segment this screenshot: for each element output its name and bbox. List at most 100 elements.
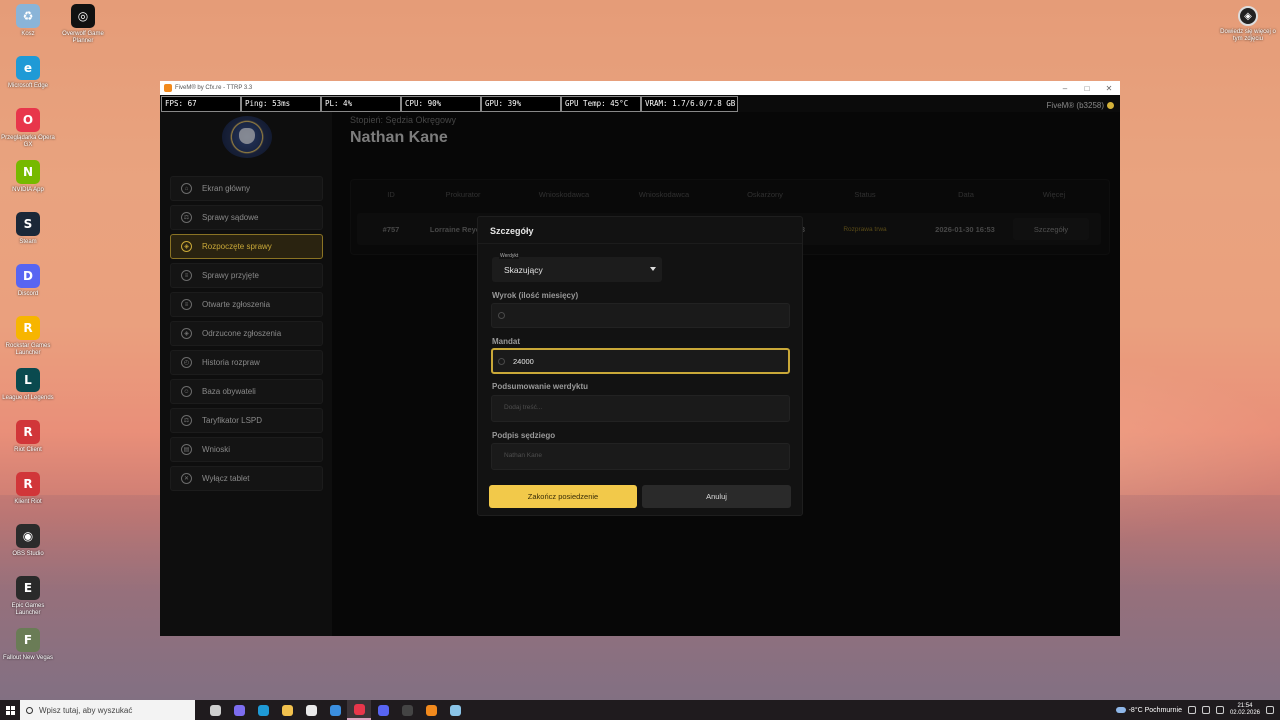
taskbar-clock[interactable]: 21:54 02.02.2026: [1230, 703, 1260, 717]
sidebar-item-label: Wnioski: [202, 445, 231, 454]
summary-label: Podsumowanie werdyktu: [492, 382, 589, 391]
desktop-icon[interactable]: R Riot Client: [0, 420, 56, 454]
sidebar-item[interactable]: ◴ Historia rozpraw: [170, 350, 323, 375]
chevron-down-icon: [650, 267, 656, 271]
start-button[interactable]: [0, 700, 20, 720]
verdict-value: Skazujący: [504, 265, 543, 275]
clock-time: 21:54: [1237, 703, 1253, 709]
desktop-icon-label: OBS Studio: [12, 551, 44, 557]
desktop-icon[interactable]: ♻ Kosz: [0, 4, 56, 38]
document-icon: ≡: [181, 270, 192, 281]
taskbar-search[interactable]: Wpisz tutaj, aby wyszukać: [20, 700, 195, 720]
sidebar-item[interactable]: ✕ Wyłącz tablet: [170, 466, 323, 491]
signature-input[interactable]: Nathan Kane: [491, 443, 790, 470]
taskbar-app-edge[interactable]: [251, 700, 275, 720]
app-icon: L: [16, 368, 40, 392]
app-icon: S: [16, 212, 40, 236]
sidebar-item[interactable]: ▤ Wnioski: [170, 437, 323, 462]
sidebar-item[interactable]: ◈ Odrzucone zgłoszenia: [170, 321, 323, 346]
finish-hearing-button[interactable]: Zakończ posiedzenie: [489, 485, 637, 508]
fivem-build-badge: FiveM® (b3258): [1047, 101, 1114, 110]
summary-textarea[interactable]: Dodaj treść...: [491, 395, 790, 422]
edge-icon: [257, 704, 269, 716]
fine-input[interactable]: 24000: [491, 348, 790, 374]
taskbar-app-task-view[interactable]: [203, 700, 227, 720]
taskbar-app-obs[interactable]: [395, 700, 419, 720]
sentence-label: Wyrok (ilość miesięcy): [492, 291, 579, 300]
sidebar-item[interactable]: ⚖ Sprawy sądowe: [170, 205, 323, 230]
taskbar: Wpisz tutaj, aby wyszukać -8°C Pochmurni…: [0, 700, 1280, 720]
app-icon: D: [16, 264, 40, 288]
weather-text: -8°C Pochmurnie: [1128, 706, 1182, 714]
sidebar-item[interactable]: ⚖ Taryfikator LSPD: [170, 408, 323, 433]
desktop-icon-label: Dowiedz się więcej o tym zdjęciu: [1220, 29, 1276, 42]
app-icon: R: [16, 472, 40, 496]
sidebar-item[interactable]: ≡ Otwarte zgłoszenia: [170, 292, 323, 317]
desktop-icon[interactable]: ◉ OBS Studio: [0, 524, 56, 558]
sidebar-item-label: Taryfikator LSPD: [202, 416, 263, 425]
mail-icon: [329, 704, 341, 716]
performance-overlay: FPS: 67 Ping: 53ms PL: 4% CPU: 90% GPU: …: [161, 96, 738, 112]
sidebar-item-label: Ekran główny: [202, 184, 251, 193]
app-icon: E: [16, 576, 40, 600]
taskbar-app-notepad[interactable]: [443, 700, 467, 720]
sidebar-item[interactable]: ≡ Sprawy przyjęte: [170, 263, 323, 288]
taskbar-app-mail[interactable]: [323, 700, 347, 720]
notification-icon[interactable]: [1266, 706, 1274, 714]
home-icon: ⌂: [181, 183, 192, 194]
desktop-icon[interactable]: D Discord: [0, 264, 56, 298]
gavel-icon: ⚖: [181, 415, 192, 426]
desktop-icon[interactable]: R Klient Riot: [0, 472, 56, 506]
desktop-icon[interactable]: N NVIDIA App: [0, 160, 56, 194]
notepad-icon: [449, 704, 461, 716]
sidebar-item-label: Otwarte zgłoszenia: [202, 300, 271, 309]
app-icon: F: [16, 628, 40, 652]
sidebar-item[interactable]: ⌂ Ekran główny: [170, 176, 323, 201]
desktop-icon[interactable]: ◎ Overwolf Game Planner: [55, 4, 111, 45]
chevron-up-icon[interactable]: [1187, 706, 1196, 714]
desktop-icon-label: League of Legends: [2, 395, 54, 401]
sidebar-item[interactable]: ☺ Baza obywateli: [170, 379, 323, 404]
desktop-icon[interactable]: O Przeglądarka Opera GX: [0, 108, 56, 149]
desktop-icon[interactable]: E Epic Games Launcher: [0, 576, 56, 617]
taskbar-app-opera-gx[interactable]: [347, 700, 371, 720]
volume-icon[interactable]: [1215, 706, 1224, 714]
network-icon[interactable]: [1201, 706, 1210, 714]
gpu-stat: GPU: 39%: [481, 96, 561, 112]
search-icon: [26, 706, 33, 714]
desktop-icon-learn-more[interactable]: ◈ Dowiedz się więcej o tym zdjęciu: [1220, 6, 1276, 43]
window-title: FiveM® by Cfx.re - TTRP 3.3: [175, 85, 253, 91]
desktop-icons: ♻ Kosz ◎ Overwolf Game Planner e Microsoft Ed…: [0, 0, 110, 700]
sentence-input[interactable]: [491, 303, 790, 328]
close-window-button[interactable]: ✕: [1098, 84, 1120, 93]
taskbar-app-store[interactable]: [299, 700, 323, 720]
sidebar-item-label: Sprawy sądowe: [202, 213, 259, 222]
desktop-icon[interactable]: R Rockstar Games Launcher: [0, 316, 56, 357]
shield-icon: ◈: [181, 328, 192, 339]
store-icon: [305, 704, 317, 716]
summary-placeholder: Dodaj treść...: [504, 404, 543, 411]
minimize-button[interactable]: –: [1054, 84, 1076, 93]
taskbar-app-fivem[interactable]: [419, 700, 443, 720]
window-titlebar[interactable]: FiveM® by Cfx.re - TTRP 3.3 – □ ✕: [160, 81, 1120, 95]
cloud-icon: [1115, 707, 1126, 713]
maximize-button[interactable]: □: [1076, 84, 1098, 93]
file-explorer-icon: [281, 704, 293, 716]
app-icon: ♻: [16, 4, 40, 28]
sidebar-item-label: Wyłącz tablet: [202, 474, 250, 483]
weather-widget[interactable]: -8°C Pochmurnie: [1115, 706, 1182, 714]
desktop-icon[interactable]: S Steam: [0, 212, 56, 246]
verdict-select[interactable]: Werdykt Skazujący: [492, 253, 662, 282]
sidebar-item[interactable]: ◈ Rozpoczęte sprawy: [170, 234, 323, 259]
modal-title: Szczegóły: [490, 226, 534, 236]
taskbar-app-discord[interactable]: [371, 700, 395, 720]
desktop-icon[interactable]: e Microsoft Edge: [0, 56, 56, 90]
inbox-icon: ▤: [181, 444, 192, 455]
desktop-icon[interactable]: F Fallout New Vegas: [0, 628, 56, 662]
desktop-icon[interactable]: L League of Legends: [0, 368, 56, 402]
cancel-button[interactable]: Anuluj: [642, 485, 791, 508]
clock-icon: ◴: [181, 357, 192, 368]
app-icon: e: [16, 56, 40, 80]
taskbar-app-file-explorer[interactable]: [275, 700, 299, 720]
taskbar-app-copilot[interactable]: [227, 700, 251, 720]
